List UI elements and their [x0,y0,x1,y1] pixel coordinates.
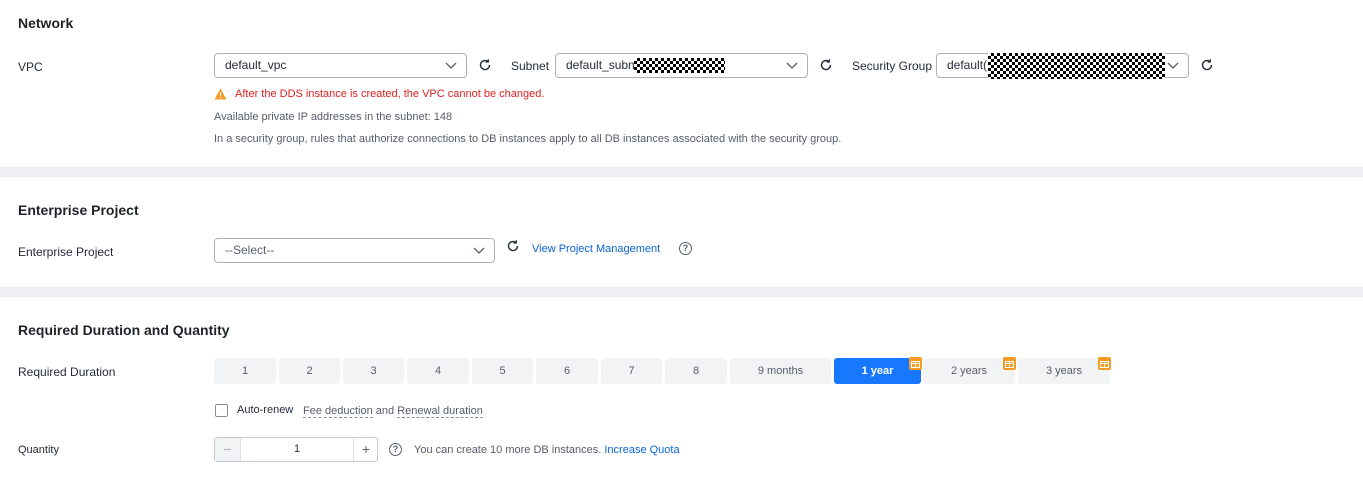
redacted-mask [634,58,725,73]
help-icon[interactable]: ? [389,443,402,456]
duration-option-6[interactable]: 6 [536,358,598,384]
quantity-input[interactable]: 1 [241,438,353,461]
quantity-stepper[interactable]: − 1 + [214,437,378,462]
and-text: and [375,405,395,417]
subnet-label: Subnet [511,59,550,73]
enterprise-project-select[interactable]: --Select-- [214,238,495,263]
redacted-mask [988,53,1165,79]
gift-icon [1098,357,1111,370]
available-ips-text: Available private IP addresses in the su… [214,111,453,123]
refresh-icon[interactable] [478,58,492,72]
duration-option-3-years[interactable]: 3 years [1018,357,1111,384]
chevron-down-icon [786,62,798,69]
view-project-management-link[interactable]: View Project Management [532,243,660,255]
duration-option-label: 3 years [1045,365,1083,377]
duration-option-2[interactable]: 2 [279,358,340,384]
chevron-down-icon [1167,62,1179,69]
section-divider [0,287,1363,297]
quantity-label: Quantity [18,444,59,456]
required-duration-label: Required Duration [18,365,116,379]
increase-quota-link[interactable]: Increase Quota [604,444,679,456]
renew-options-text: Fee deduction and Renewal duration [303,405,483,418]
renewal-duration-link[interactable]: Renewal duration [397,405,483,418]
enterprise-project-select-value: --Select-- [225,243,275,257]
subnet-select-value: default_subne [566,58,642,72]
chevron-down-icon [445,62,457,69]
vpc-label: VPC [18,60,43,74]
chevron-down-icon [473,247,485,254]
duration-option-7[interactable]: 7 [601,358,662,384]
quantity-hint-text: You can create 10 more DB instances. [414,444,602,456]
refresh-icon[interactable] [1200,58,1214,72]
gift-icon [1003,357,1016,370]
decrement-button[interactable]: − [215,438,241,461]
security-group-select-value: default( [947,58,988,72]
duration-option-9-months[interactable]: 9 months [730,358,831,384]
security-group-label: Security Group [852,59,933,73]
duration-option-5[interactable]: 5 [472,358,533,384]
vpc-select[interactable]: default_vpc [214,53,467,78]
enterprise-section-title: Enterprise Project [18,202,139,218]
refresh-icon[interactable] [819,58,833,72]
refresh-icon[interactable] [506,239,520,253]
enterprise-project-label: Enterprise Project [18,245,114,259]
duration-option-2-years[interactable]: 2 years [923,357,1016,384]
gift-icon [909,357,922,370]
vpc-warning-text: After the DDS instance is created, the V… [235,88,545,100]
duration-option-label: 1 year [861,365,894,377]
help-icon[interactable]: ? [679,242,692,255]
duration-section-title: Required Duration and Quantity [18,322,230,338]
section-divider [0,167,1363,177]
warning-icon [214,88,227,100]
security-group-hint: In a security group, rules that authoriz… [214,133,842,145]
duration-option-1[interactable]: 1 [214,358,276,384]
auto-renew-label: Auto-renew [237,404,294,416]
duration-option-3[interactable]: 3 [343,358,404,384]
quantity-hint: You can create 10 more DB instances. Inc… [414,444,680,456]
vpc-select-value: default_vpc [225,58,287,72]
auto-renew-checkbox[interactable] [215,404,228,417]
duration-option-label: 2 years [950,365,988,377]
fee-deduction-link[interactable]: Fee deduction [303,405,373,418]
duration-option-4[interactable]: 4 [407,358,469,384]
increment-button[interactable]: + [353,438,378,461]
network-section-title: Network [18,15,74,31]
duration-option-1-year[interactable]: 1 year [834,357,922,384]
duration-option-8[interactable]: 8 [665,358,727,384]
